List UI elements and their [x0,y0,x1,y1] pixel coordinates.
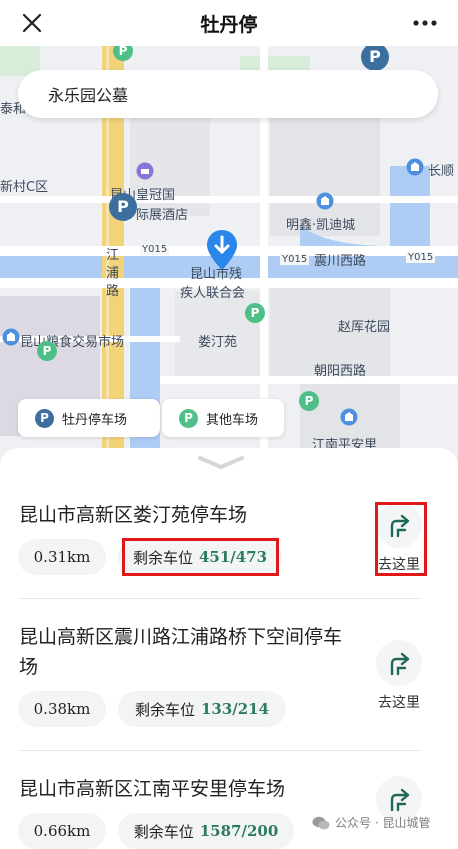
divider [19,598,421,599]
road-tag: Y015 [280,254,310,265]
map-label: 疾人联合会 [180,286,246,301]
location-pin-icon[interactable] [205,228,239,272]
navigate-icon [376,640,422,686]
parking-marker-other[interactable]: P [244,302,266,324]
spaces-badge: 剩余车位 133/214 [118,691,286,727]
building-poi-icon [2,328,20,346]
close-icon[interactable] [18,9,46,37]
map-label: 新村C区 [0,180,49,195]
map-label: 朝阳西路 [314,364,367,379]
divider [19,750,421,751]
hotel-poi-icon [136,162,154,180]
lot-name: 昆山高新区震川路江浦路桥下空间停车场 [19,626,343,678]
road-tag: Y015 [406,252,436,263]
navigate-label: 去这里 [378,695,420,711]
map-label: 浦 [106,266,120,281]
page-title: 牡丹停 [200,13,258,36]
spaces-badge: 剩余车位 1587/200 [118,813,294,849]
legend-mudan-parking[interactable]: P 牡丹停车场 [18,399,160,437]
road-tag: Y015 [140,244,170,255]
parking-marker-other[interactable]: P [112,46,134,62]
legend-other-parking[interactable]: P 其他车场 [162,399,284,437]
svg-text:P: P [119,46,128,58]
top-bar: 牡丹停 [0,0,458,46]
map-label: 赵厍花园 [338,320,391,335]
chevron-down-icon[interactable] [196,454,246,470]
search-input[interactable]: 永乐园公墓 [18,70,438,118]
parking-marker-mudan[interactable]: P [360,46,390,72]
other-parking-icon: P [179,408,198,428]
legend-label: 其他车场 [206,412,259,428]
parking-marker-mudan[interactable]: P [108,192,138,222]
distance-badge: 0.31km [18,539,106,575]
svg-text:P: P [117,197,129,216]
legend-label: 牡丹停车场 [62,412,128,428]
map-label: 明鑫·凯迪城 [286,218,356,233]
parking-marker-other[interactable]: P [298,390,320,412]
lot-name: 昆山市高新区娄汀苑停车场 [19,504,248,526]
map-label: 江 [106,248,120,263]
watermark: 公众号 · 昆山城管 [312,814,430,831]
more-icon[interactable] [410,12,440,34]
navigate-button[interactable]: 去这里 [376,640,422,712]
svg-text:P: P [251,306,260,320]
distance-badge: 0.66km [18,813,106,849]
svg-text:P: P [369,47,381,66]
search-value: 永乐园公墓 [48,86,129,105]
map-label: 震川西路 [314,254,367,269]
map-label: 长顺 [428,164,455,179]
wechat-icon [312,816,330,829]
highlight-box [122,538,279,576]
lot-name: 昆山市高新区江南平安里停车场 [19,778,286,800]
svg-text:P: P [43,344,52,358]
building-poi-icon [406,158,424,176]
building-poi-icon [340,408,358,426]
map-label: 路 [106,284,120,299]
distance-badge: 0.38km [18,691,106,727]
mudan-parking-icon: P [35,408,54,428]
parking-marker-other[interactable]: P [36,340,58,362]
map-label: 际展酒店 [136,208,189,223]
svg-text:P: P [305,394,314,408]
building-poi-icon [316,192,334,210]
map-label: 娄汀苑 [198,335,238,350]
highlight-box [375,502,427,576]
